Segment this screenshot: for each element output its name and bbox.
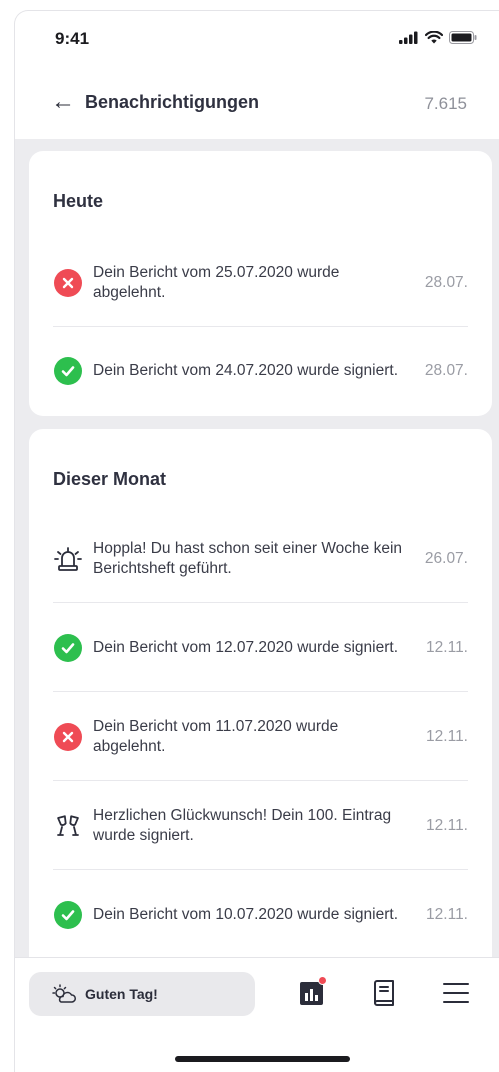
notification-text: Dein Bericht vom 25.07.2020 wurde abgele… <box>93 263 340 301</box>
section-title: Dieser Monat <box>53 469 167 489</box>
menu-icon <box>443 983 469 1003</box>
notification-badge <box>318 976 327 985</box>
wifi-icon <box>425 31 443 44</box>
status-bar: 9:41 <box>15 11 499 67</box>
notification-text: Herzlichen Glückwunsch! Dein 100. Eintra… <box>93 806 392 844</box>
rejected-icon <box>53 722 83 752</box>
notification-item[interactable]: Dein Bericht vom 12.07.2020 wurde signie… <box>53 604 468 692</box>
approved-icon <box>53 633 83 663</box>
bottom-navigation: Guten Tag! <box>15 957 499 1072</box>
notification-date: 12.11. <box>426 906 468 923</box>
notification-date: 26.07. <box>424 549 468 567</box>
signal-icon <box>399 31 418 44</box>
back-button[interactable]: ← Benachrichtigungen <box>51 88 260 115</box>
section-card-today: Heute Dein Bericht vom 25.07.2020 wurde … <box>29 151 492 416</box>
book-nav-button[interactable] <box>369 978 399 1008</box>
celebration-glasses-icon <box>53 811 83 841</box>
menu-nav-button[interactable] <box>441 978 471 1008</box>
greeting-label: Guten Tag! <box>85 986 158 1002</box>
notifications-list[interactable]: Heute Dein Bericht vom 25.07.2020 wurde … <box>15 139 499 957</box>
notification-item[interactable]: Dein Bericht vom 10.07.2020 wurde signie… <box>53 871 468 957</box>
rejected-icon <box>53 268 83 298</box>
notification-date: 28.07. <box>424 362 468 379</box>
header-count: 7.615 <box>424 94 467 113</box>
notification-text: Dein Bericht vom 11.07.2020 wurde abgele… <box>93 717 339 755</box>
notification-item[interactable]: Hoppla! Du hast schon seit einer Woche k… <box>53 515 468 603</box>
section-title: Heute <box>53 191 104 211</box>
book-icon <box>374 980 394 1006</box>
approved-icon <box>53 900 83 930</box>
notification-text: Dein Bericht vom 12.07.2020 wurde signie… <box>93 638 398 656</box>
status-icons <box>399 31 477 44</box>
sun-cloud-icon <box>52 984 76 1003</box>
stats-nav-button[interactable] <box>297 976 327 1008</box>
notification-item[interactable]: Dein Bericht vom 24.07.2020 wurde signie… <box>53 327 468 415</box>
notification-date: 12.11. <box>426 638 468 656</box>
notification-date: 12.11. <box>426 727 468 745</box>
notification-text: Dein Bericht vom 10.07.2020 wurde signie… <box>93 906 398 923</box>
notification-item[interactable]: Dein Bericht vom 25.07.2020 wurde abgele… <box>53 239 468 327</box>
back-arrow-icon: ← <box>51 88 75 115</box>
notification-item[interactable]: Herzlichen Glückwunsch! Dein 100. Eintra… <box>53 782 468 870</box>
status-time: 9:41 <box>55 29 90 48</box>
notification-text: Hoppla! Du hast schon seit einer Woche k… <box>93 539 403 577</box>
alarm-siren-icon <box>53 544 83 574</box>
page-title: Benachrichtigungen <box>85 91 260 112</box>
notification-item[interactable]: Dein Bericht vom 11.07.2020 wurde abgele… <box>53 693 468 781</box>
phone-frame: 9:41 ← Benachrichtigungen 7.615 Heute De… <box>14 10 499 1072</box>
section-card-this-month: Dieser Monat Hoppla! Du hast schon seit … <box>29 429 492 957</box>
battery-icon <box>449 31 477 44</box>
app-header: ← Benachrichtigungen 7.615 <box>15 67 499 139</box>
notification-date: 28.07. <box>424 273 468 291</box>
notification-text: Dein Bericht vom 24.07.2020 wurde signie… <box>93 362 398 379</box>
home-indicator[interactable] <box>175 1056 350 1062</box>
approved-icon <box>53 356 83 386</box>
greeting-button[interactable]: Guten Tag! <box>29 972 255 1016</box>
notification-date: 12.11. <box>426 816 468 834</box>
